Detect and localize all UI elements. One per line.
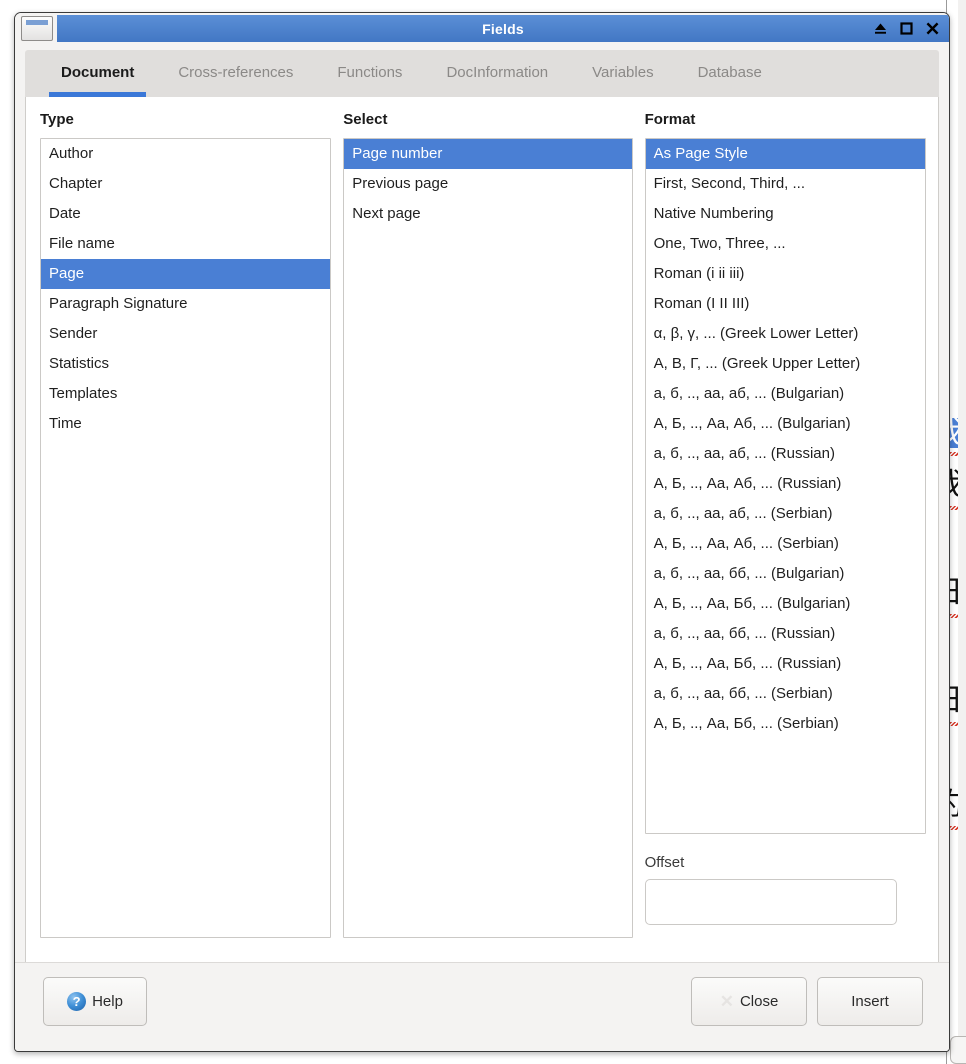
type-item[interactable]: Author bbox=[41, 139, 330, 169]
tab-cross-references[interactable]: Cross-references bbox=[156, 50, 315, 97]
select-column: Select Page number Previous page Next page bbox=[343, 111, 633, 938]
format-item[interactable]: Roman (I II III) bbox=[646, 289, 925, 319]
background-widget[interactable] bbox=[950, 1036, 966, 1064]
window-buttons bbox=[872, 15, 943, 42]
columns: Type Author Chapter Date File name Page Parag… bbox=[40, 111, 926, 938]
tab-label: DocInformation bbox=[446, 64, 549, 81]
format-item[interactable]: As Page Style bbox=[645, 139, 925, 169]
type-item[interactable]: Paragraph Signature bbox=[41, 289, 330, 319]
help-icon: ? bbox=[67, 992, 87, 1011]
format-item[interactable]: а, б, .., аа, аб, ... (Bulgarian) bbox=[646, 379, 925, 409]
insert-button[interactable]: Insert bbox=[817, 977, 923, 1026]
shade-icon[interactable] bbox=[872, 20, 889, 37]
format-item[interactable]: А, Б, .., Аа, Бб, ... (Bulgarian) bbox=[646, 589, 925, 619]
type-column: Type Author Chapter Date File name Page Parag… bbox=[40, 111, 332, 938]
offset-input[interactable] bbox=[644, 879, 897, 925]
maximize-icon[interactable] bbox=[898, 20, 915, 37]
window-icon[interactable] bbox=[21, 16, 53, 41]
format-item[interactable]: а, б, .., аа, аб, ... (Serbian) bbox=[646, 499, 925, 529]
help-button[interactable]: ? Help bbox=[43, 977, 147, 1026]
select-item[interactable]: Next page bbox=[344, 199, 631, 229]
document-gutter bbox=[958, 0, 966, 1064]
tab-database[interactable]: Database bbox=[676, 50, 784, 97]
format-item[interactable]: А, Б, .., Аа, Аб, ... (Bulgarian) bbox=[646, 409, 925, 439]
type-item[interactable]: Sender bbox=[41, 319, 330, 349]
select-label: Select bbox=[343, 111, 388, 128]
type-item[interactable]: Date bbox=[41, 199, 330, 229]
format-item[interactable]: α, β, γ, ... (Greek Lower Letter) bbox=[646, 319, 925, 349]
format-item[interactable]: а, б, .., аа, бб, ... (Russian) bbox=[646, 619, 925, 649]
insert-button-label: Insert bbox=[851, 993, 889, 1010]
type-item[interactable]: Statistics bbox=[41, 349, 330, 379]
format-item[interactable]: First, Second, Third, ... bbox=[646, 169, 925, 199]
tab-label: Document bbox=[61, 64, 135, 81]
button-bar: ? Help ✕ Close Insert bbox=[15, 962, 949, 1051]
type-item[interactable]: Templates bbox=[41, 379, 330, 409]
format-item[interactable]: Native Numbering bbox=[646, 199, 925, 229]
format-item[interactable]: One, Two, Three, ... bbox=[646, 229, 925, 259]
format-item[interactable]: А, Б, .., Аа, Бб, ... (Serbian) bbox=[646, 709, 925, 739]
close-button-label: Close bbox=[739, 993, 779, 1010]
select-listbox[interactable]: Page number Previous page Next page bbox=[343, 138, 633, 938]
help-button-label: Help bbox=[92, 993, 123, 1010]
tab-label: Variables bbox=[592, 64, 654, 81]
close-x-icon: ✕ bbox=[719, 992, 734, 1011]
type-item[interactable]: File name bbox=[41, 229, 330, 259]
tab-variables[interactable]: Variables bbox=[570, 50, 675, 97]
tab-label: Cross-references bbox=[178, 64, 294, 81]
close-button[interactable]: ✕ Close bbox=[691, 977, 807, 1026]
offset-label: Offset bbox=[644, 854, 685, 871]
tab-label: Functions bbox=[337, 64, 403, 81]
format-item[interactable]: а, б, .., аа, аб, ... (Russian) bbox=[646, 439, 925, 469]
title-bar: Fields bbox=[15, 13, 949, 44]
format-item[interactable]: А, Б, .., Аа, Бб, ... (Russian) bbox=[646, 649, 925, 679]
type-listbox[interactable]: Author Chapter Date File name Page Paragraph … bbox=[40, 138, 332, 938]
close-icon[interactable] bbox=[924, 20, 941, 37]
tab-panel-document: Type Author Chapter Date File name Page Parag… bbox=[25, 97, 939, 981]
format-item[interactable]: Α, Β, Γ, ... (Greek Upper Letter) bbox=[646, 349, 925, 379]
format-item[interactable]: а, б, .., аа, бб, ... (Serbian) bbox=[646, 679, 925, 709]
type-label: Type bbox=[40, 111, 74, 128]
type-item[interactable]: Chapter bbox=[41, 169, 330, 199]
select-item[interactable]: Previous page bbox=[344, 169, 631, 199]
title-band[interactable]: Fields bbox=[57, 15, 949, 42]
tab-document[interactable]: Document bbox=[39, 50, 156, 97]
format-item[interactable]: А, Б, .., Аа, Аб, ... (Russian) bbox=[646, 469, 925, 499]
type-item[interactable]: Page bbox=[41, 259, 331, 289]
tab-docinformation[interactable]: DocInformation bbox=[424, 50, 570, 97]
format-label: Format bbox=[644, 111, 696, 128]
tab-label: Database bbox=[697, 64, 762, 81]
type-item[interactable]: Time bbox=[41, 409, 330, 439]
select-item[interactable]: Page number bbox=[344, 139, 632, 169]
format-item[interactable]: а, б, .., аа, бб, ... (Bulgarian) bbox=[646, 559, 925, 589]
tab-bar: Document Cross-references Functions DocI… bbox=[25, 50, 939, 97]
format-column: Format As Page Style First, Second, Third… bbox=[644, 111, 926, 938]
fields-dialog: Fields Document Cross-references Functio… bbox=[14, 12, 950, 1052]
format-listbox[interactable]: As Page Style First, Second, Third, ... Na… bbox=[644, 138, 926, 834]
format-item[interactable]: Roman (i ii iii) bbox=[646, 259, 925, 289]
format-item[interactable]: А, Б, .., Аа, Аб, ... (Serbian) bbox=[646, 529, 925, 559]
dialog-title: Fields bbox=[482, 20, 524, 37]
tab-functions[interactable]: Functions bbox=[315, 50, 424, 97]
